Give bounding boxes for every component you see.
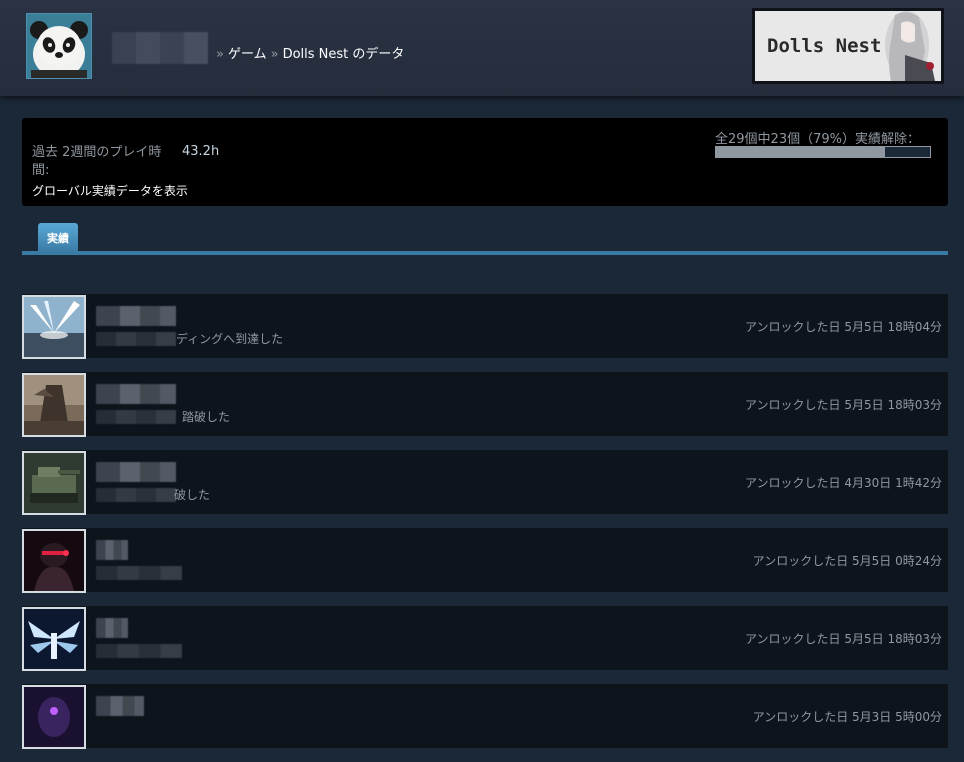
achievement-title-redacted	[96, 384, 176, 404]
username-redacted	[112, 32, 208, 64]
achievement-description: 破した	[174, 488, 211, 502]
achievement-row: アンロックした日 5月5日 0時24分	[22, 528, 948, 593]
avatar[interactable]	[26, 13, 92, 79]
panda-icon	[27, 14, 91, 78]
ruins-tower-icon	[22, 373, 86, 437]
breadcrumb-separator: »	[216, 47, 224, 62]
tab-achievements[interactable]: 実績	[38, 223, 78, 252]
mech-tank-icon	[22, 451, 86, 515]
breadcrumb-games-link[interactable]: ゲーム	[228, 47, 267, 62]
achievement-desc-redacted	[96, 488, 176, 502]
achievement-row: 破した アンロックした日 4月30日 1時42分	[22, 450, 948, 515]
light-burst-icon	[22, 295, 86, 359]
achievement-title-redacted	[96, 696, 144, 716]
playtime-value: 43.2h	[182, 144, 220, 159]
achievement-row: アンロックした日 5月5日 18時03分	[22, 606, 948, 671]
profile-header: » ゲーム» Dolls Nest のデータ Dolls Nest	[0, 0, 964, 96]
achievement-desc-redacted	[96, 332, 176, 346]
achievement-row: ディングへ到達した アンロックした日 5月5日 18時04分	[22, 294, 948, 359]
purple-mech-icon	[22, 685, 86, 749]
red-visor-robot-icon	[22, 529, 86, 593]
winged-angel-icon	[22, 607, 86, 671]
breadcrumb: » ゲーム» Dolls Nest のデータ	[216, 43, 408, 62]
tab-underline	[22, 251, 948, 255]
achievement-unlock-date: アンロックした日 5月3日 5時00分	[752, 710, 942, 724]
achievement-progress-bar	[715, 146, 931, 158]
achievement-desc-redacted	[96, 566, 182, 580]
achievement-list: ディングへ到達した アンロックした日 5月5日 18時04分 踏破した アンロッ…	[22, 294, 948, 762]
playtime-label: 過去 2週間のプレイ時間:	[32, 145, 162, 178]
stats-panel: 過去 2週間のプレイ時間: 43.2h グローバル実績データを表示 全29個中2…	[22, 118, 948, 206]
game-logo[interactable]: Dolls Nest	[752, 8, 944, 84]
achievement-progress-text: 全29個中23個（79%）実績解除：	[715, 132, 920, 147]
achievement-unlock-date: アンロックした日 5月5日 0時24分	[752, 554, 942, 568]
breadcrumb-separator: »	[270, 47, 279, 62]
achievement-unlock-date: アンロックした日 4月30日 1時42分	[745, 476, 942, 490]
global-stats-link[interactable]: グローバル実績データを表示	[32, 182, 188, 199]
achievement-title-redacted	[96, 540, 128, 560]
achievement-desc-redacted	[96, 410, 176, 424]
achievement-description: ディングへ到達した	[176, 332, 284, 346]
achievement-row: アンロックした日 5月3日 5時00分	[22, 684, 948, 749]
achievement-description: 踏破した	[182, 410, 231, 424]
achievement-unlock-date: アンロックした日 5月5日 18時04分	[745, 320, 942, 334]
achievement-unlock-date: アンロックした日 5月5日 18時03分	[745, 632, 942, 646]
achievement-unlock-date: アンロックした日 5月5日 18時03分	[745, 398, 942, 412]
game-logo-text: Dolls Nest	[767, 35, 882, 57]
achievement-title-redacted	[96, 306, 176, 326]
breadcrumb-game-stats[interactable]: Dolls Nest のデータ	[283, 47, 405, 62]
achievement-title-redacted	[96, 618, 128, 638]
achievement-title-redacted	[96, 462, 176, 482]
achievement-desc-redacted	[96, 644, 182, 658]
achievement-row: 踏破した アンロックした日 5月5日 18時03分	[22, 372, 948, 437]
achievement-progress-fill	[716, 147, 886, 157]
